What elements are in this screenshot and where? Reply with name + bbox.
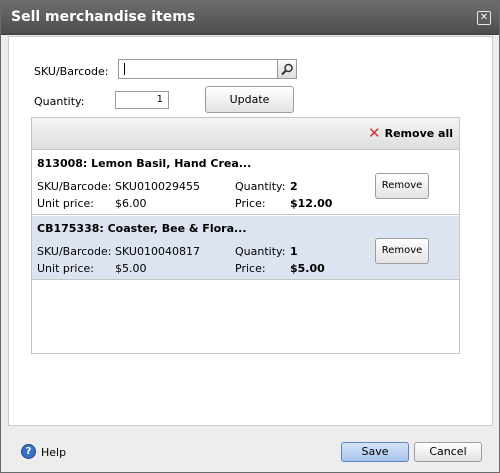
remove-all-label: Remove all	[384, 127, 453, 140]
item-price-label: Price:	[235, 262, 266, 275]
list-header: ✕ Remove all	[32, 118, 459, 150]
update-quantity-button[interactable]: Update Quantity	[205, 86, 294, 131]
quantity-input[interactable]: 1	[115, 91, 169, 109]
remove-item-button[interactable]: Remove	[375, 173, 429, 199]
dialog-title: Sell merchandise items	[11, 9, 196, 25]
item-sku-label: SKU/Barcode:	[37, 245, 112, 258]
cancel-button[interactable]: Cancel	[414, 442, 482, 462]
item-unit-price: $5.00	[115, 262, 147, 275]
item-sku: SKU010029455	[115, 180, 200, 193]
sell-merchandise-dialog: Sell merchandise items ✕ SKU/Barcode: Qu…	[0, 0, 500, 473]
item-name: CB175338: Coaster, Bee & Flora...	[37, 222, 247, 235]
text-cursor	[124, 63, 125, 75]
quantity-label: Quantity:	[34, 95, 85, 108]
dialog-content: SKU/Barcode: Quantity: 1 Update Quantity…	[8, 36, 493, 426]
remove-all-button[interactable]: ✕ Remove all	[368, 124, 453, 142]
list-item[interactable]: 813008: Lemon Basil, Hand Crea... SKU/Ba…	[32, 151, 459, 215]
close-icon[interactable]: ✕	[477, 11, 491, 25]
dialog-footer: ? Help Save Cancel	[1, 428, 499, 472]
dialog-titlebar: Sell merchandise items ✕	[1, 1, 499, 35]
item-quantity-label: Quantity:	[235, 245, 286, 258]
remove-item-button[interactable]: Remove	[375, 238, 429, 264]
item-name: 813008: Lemon Basil, Hand Crea...	[37, 157, 252, 170]
item-quantity: 1	[290, 245, 298, 258]
item-sku: SKU010040817	[115, 245, 200, 258]
item-sku-label: SKU/Barcode:	[37, 180, 112, 193]
search-icon	[281, 63, 293, 76]
item-price-label: Price:	[235, 197, 266, 210]
search-button[interactable]	[277, 59, 297, 79]
sku-barcode-label: SKU/Barcode:	[34, 65, 109, 78]
item-unit-price-label: Unit price:	[37, 197, 94, 210]
help-link[interactable]: Help	[41, 446, 66, 459]
item-unit-price: $6.00	[115, 197, 147, 210]
item-price: $12.00	[290, 197, 333, 210]
sku-barcode-input[interactable]	[118, 59, 281, 79]
save-button[interactable]: Save	[341, 442, 409, 462]
item-quantity: 2	[290, 180, 298, 193]
help-icon[interactable]: ?	[21, 444, 36, 459]
items-list: ✕ Remove all 813008: Lemon Basil, Hand C…	[31, 117, 460, 354]
item-quantity-label: Quantity:	[235, 180, 286, 193]
red-x-icon: ✕	[368, 124, 381, 142]
item-unit-price-label: Unit price:	[37, 262, 94, 275]
list-item[interactable]: CB175338: Coaster, Bee & Flora... SKU/Ba…	[32, 216, 459, 280]
item-price: $5.00	[290, 262, 325, 275]
